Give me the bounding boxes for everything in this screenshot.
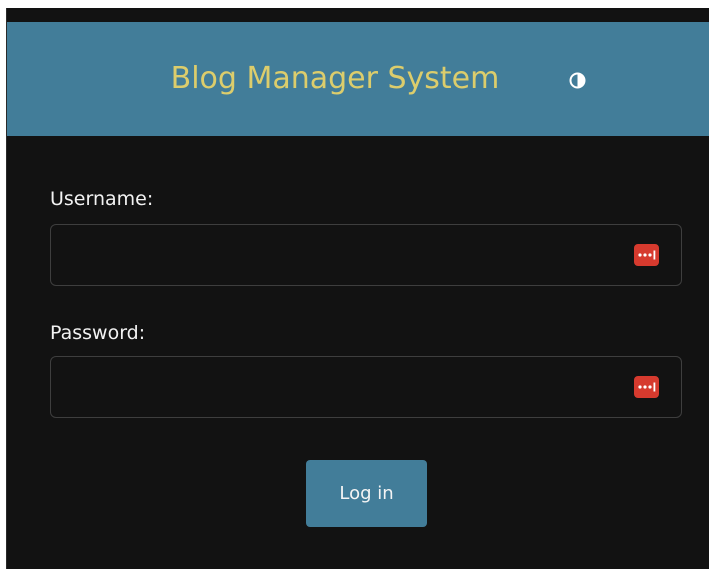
username-input[interactable] (51, 225, 611, 285)
username-label: Username: (50, 188, 154, 210)
header-bar: Blog Manager System (7, 22, 709, 136)
page-title: Blog Manager System (170, 61, 500, 96)
contrast-icon[interactable] (569, 72, 586, 89)
password-manager-icon[interactable] (634, 244, 659, 266)
password-input[interactable] (51, 357, 611, 417)
password-field-wrapper (50, 356, 682, 418)
login-panel: Blog Manager System Username: Password: (6, 8, 709, 569)
username-field-wrapper (50, 224, 682, 286)
password-manager-icon[interactable] (634, 376, 659, 398)
login-button[interactable]: Log in (306, 460, 427, 527)
password-label: Password: (50, 322, 146, 344)
